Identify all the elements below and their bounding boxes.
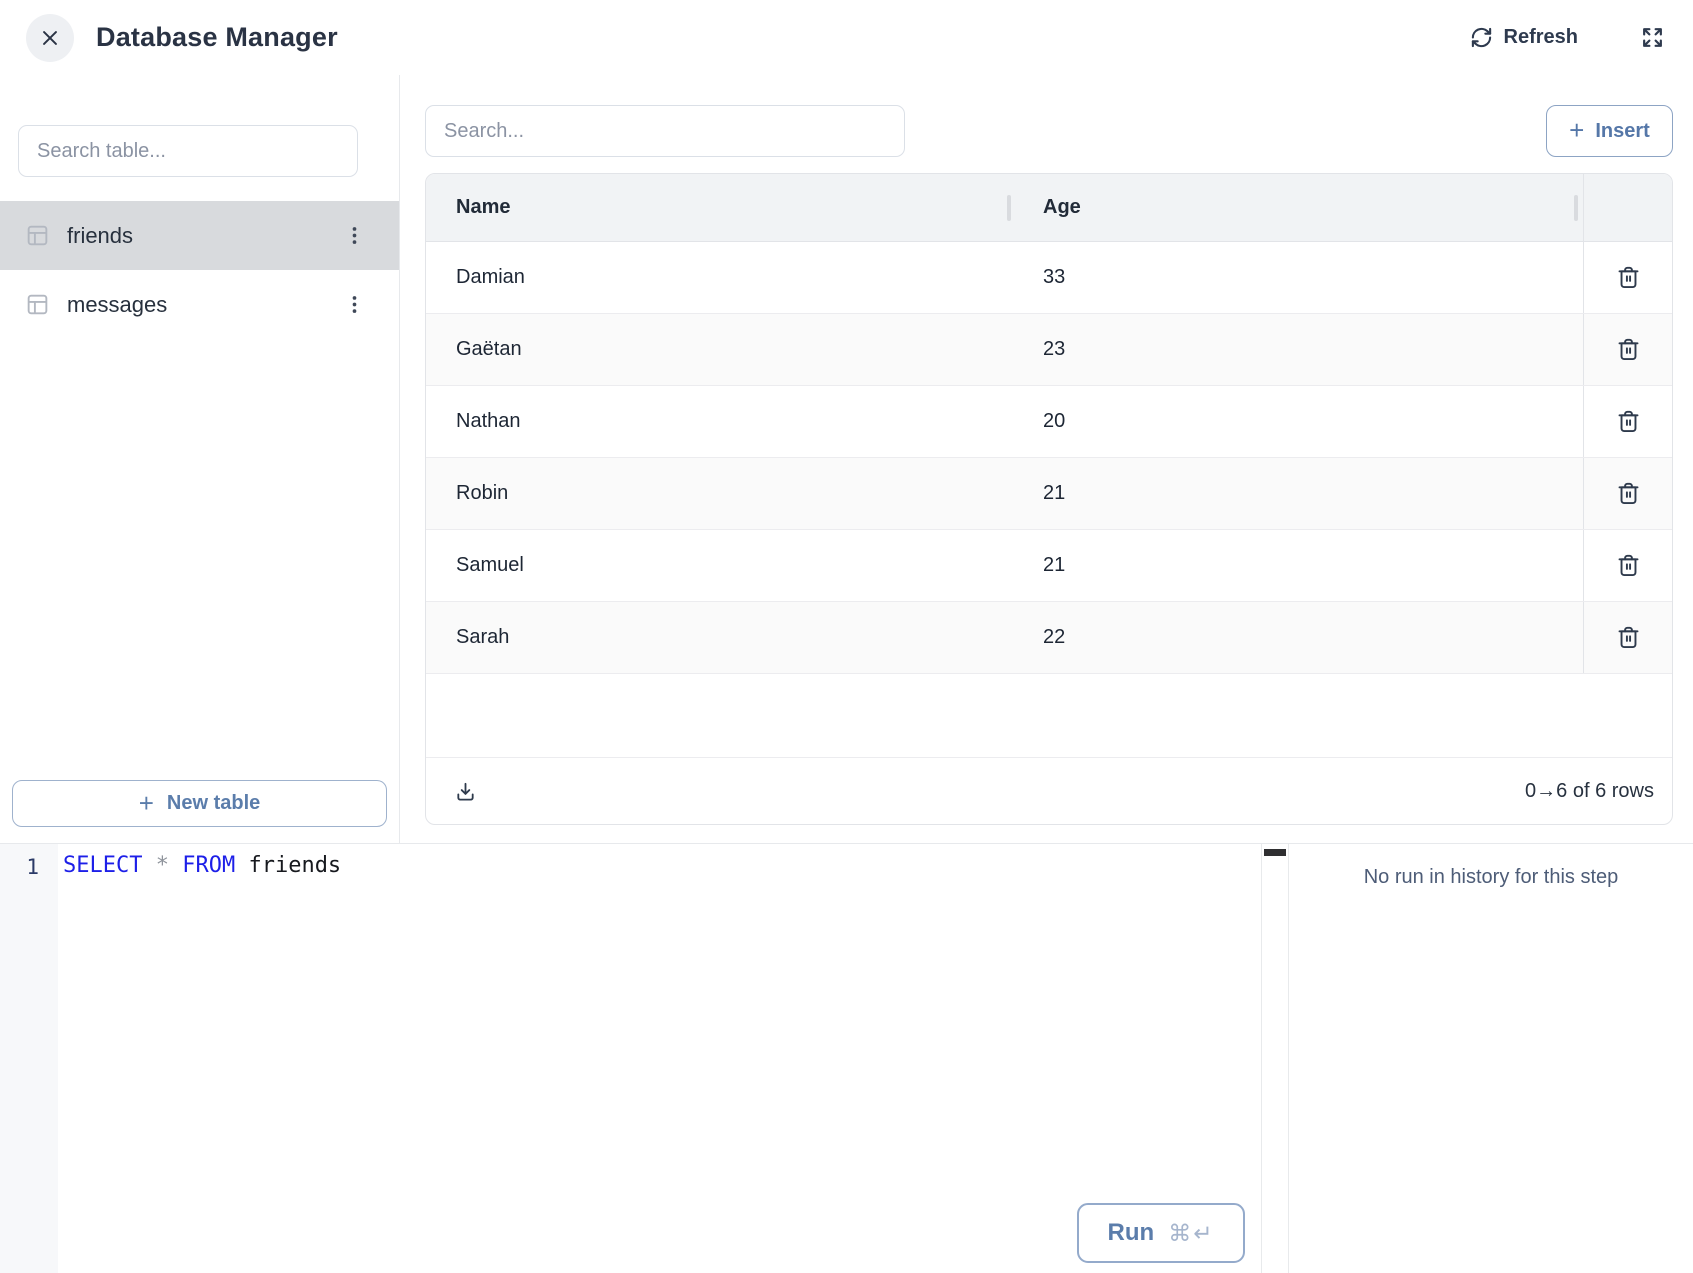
kebab-menu-icon xyxy=(344,294,365,315)
cell-actions xyxy=(1583,242,1672,313)
cell-name[interactable]: Robin xyxy=(426,458,1011,529)
page-title: Database Manager xyxy=(96,22,338,53)
trash-icon xyxy=(1615,624,1642,651)
row-range-status: 0→6 of 6 rows xyxy=(1525,780,1654,803)
cell-age[interactable]: 22 xyxy=(1011,602,1583,673)
fullscreen-button[interactable] xyxy=(1640,25,1665,50)
table-list: friends messages xyxy=(0,201,399,339)
table-name-label: friends xyxy=(67,223,133,249)
insert-label: Insert xyxy=(1595,120,1649,143)
new-table-label: New table xyxy=(167,792,260,815)
cell-name[interactable]: Nathan xyxy=(426,386,1011,457)
grid-toolbar: + Insert xyxy=(425,105,1673,157)
run-label: Run xyxy=(1108,1219,1155,1247)
grid-body: Damian 33 xyxy=(426,242,1672,674)
grid-empty-space xyxy=(426,674,1672,758)
main-panel: + Insert Name Age Damian 33 xyxy=(400,75,1693,843)
column-header-age[interactable]: Age xyxy=(1011,174,1583,241)
table-icon xyxy=(25,292,50,317)
cell-age[interactable]: 33 xyxy=(1011,242,1583,313)
cell-name[interactable]: Sarah xyxy=(426,602,1011,673)
table-row[interactable]: Damian 33 xyxy=(426,242,1672,314)
insert-button[interactable]: + Insert xyxy=(1546,105,1673,157)
table-item-menu-button[interactable] xyxy=(340,290,369,319)
sql-code-line[interactable]: SELECT * FROM friends xyxy=(63,853,1261,878)
run-history-panel: No run in history for this step xyxy=(1289,844,1693,1273)
table-row[interactable]: Nathan 20 xyxy=(426,386,1672,458)
run-query-button[interactable]: Run ⌘↵ xyxy=(1077,1203,1245,1263)
editor-section: 1 SELECT * FROM friends Run ⌘↵ No run in… xyxy=(0,843,1693,1273)
top-bar: Database Manager Refresh xyxy=(0,0,1693,75)
cell-age[interactable]: 21 xyxy=(1011,530,1583,601)
content-area: friends messages xyxy=(0,75,1693,843)
trash-icon xyxy=(1615,552,1642,579)
expand-icon xyxy=(1640,25,1665,50)
editor-scrollbar[interactable] xyxy=(1261,844,1289,1273)
trash-icon xyxy=(1615,264,1642,291)
table-row[interactable]: Gaëtan 23 xyxy=(426,314,1672,386)
delete-row-button[interactable] xyxy=(1611,332,1646,367)
cell-actions xyxy=(1583,386,1672,457)
table-name-label: messages xyxy=(67,292,167,318)
table-search-input[interactable] xyxy=(18,125,358,177)
sidebar: friends messages xyxy=(0,75,400,843)
sql-identifier: friends xyxy=(235,853,341,878)
cell-age[interactable]: 20 xyxy=(1011,386,1583,457)
scrollbar-thumb[interactable] xyxy=(1264,849,1286,856)
plus-icon: + xyxy=(139,790,154,816)
grid-header-row: Name Age xyxy=(426,174,1672,242)
close-button[interactable] xyxy=(26,14,74,62)
kebab-menu-icon xyxy=(344,225,365,246)
table-row[interactable]: Samuel 21 xyxy=(426,530,1672,602)
grid-footer: 0→6 of 6 rows xyxy=(426,758,1672,824)
database-manager-window: Database Manager Refresh xyxy=(0,0,1693,1273)
sql-keyword: SELECT xyxy=(63,853,142,878)
delete-row-button[interactable] xyxy=(1611,476,1646,511)
refresh-button[interactable]: Refresh xyxy=(1470,26,1578,49)
new-table-button[interactable]: + New table xyxy=(12,780,387,827)
line-number: 1 xyxy=(0,855,39,879)
sidebar-item-messages[interactable]: messages xyxy=(0,270,399,339)
export-button[interactable] xyxy=(454,780,477,803)
data-grid: Name Age Damian 33 xyxy=(425,173,1673,825)
trash-icon xyxy=(1615,408,1642,435)
trash-icon xyxy=(1615,480,1642,507)
cell-name[interactable]: Damian xyxy=(426,242,1011,313)
cell-name[interactable]: Samuel xyxy=(426,530,1011,601)
close-icon xyxy=(37,25,63,51)
delete-row-button[interactable] xyxy=(1611,404,1646,439)
run-shortcut-hint: ⌘↵ xyxy=(1168,1220,1214,1247)
cell-name[interactable]: Gaëtan xyxy=(426,314,1011,385)
download-icon xyxy=(454,780,477,803)
delete-row-button[interactable] xyxy=(1611,620,1646,655)
row-search-input[interactable] xyxy=(425,105,905,157)
table-item-menu-button[interactable] xyxy=(340,221,369,250)
trash-icon xyxy=(1615,336,1642,363)
cell-actions xyxy=(1583,530,1672,601)
cell-actions xyxy=(1583,602,1672,673)
delete-row-button[interactable] xyxy=(1611,548,1646,583)
history-empty-message: No run in history for this step xyxy=(1289,866,1693,889)
table-row[interactable]: Sarah 22 xyxy=(426,602,1672,674)
refresh-label: Refresh xyxy=(1504,26,1578,49)
table-row[interactable]: Robin 21 xyxy=(426,458,1672,530)
column-header-actions xyxy=(1583,174,1672,241)
delete-row-button[interactable] xyxy=(1611,260,1646,295)
plus-icon: + xyxy=(1569,117,1584,143)
sql-editor[interactable]: SELECT * FROM friends Run ⌘↵ xyxy=(58,844,1261,1273)
column-header-name[interactable]: Name xyxy=(426,174,1011,241)
cell-age[interactable]: 21 xyxy=(1011,458,1583,529)
editor-gutter: 1 xyxy=(0,844,58,1273)
cell-actions xyxy=(1583,314,1672,385)
cell-age[interactable]: 23 xyxy=(1011,314,1583,385)
table-icon xyxy=(25,223,50,248)
cell-actions xyxy=(1583,458,1672,529)
sql-operator: * xyxy=(142,853,182,878)
refresh-icon xyxy=(1470,26,1493,49)
sql-keyword: FROM xyxy=(182,853,235,878)
sidebar-item-friends[interactable]: friends xyxy=(0,201,399,270)
